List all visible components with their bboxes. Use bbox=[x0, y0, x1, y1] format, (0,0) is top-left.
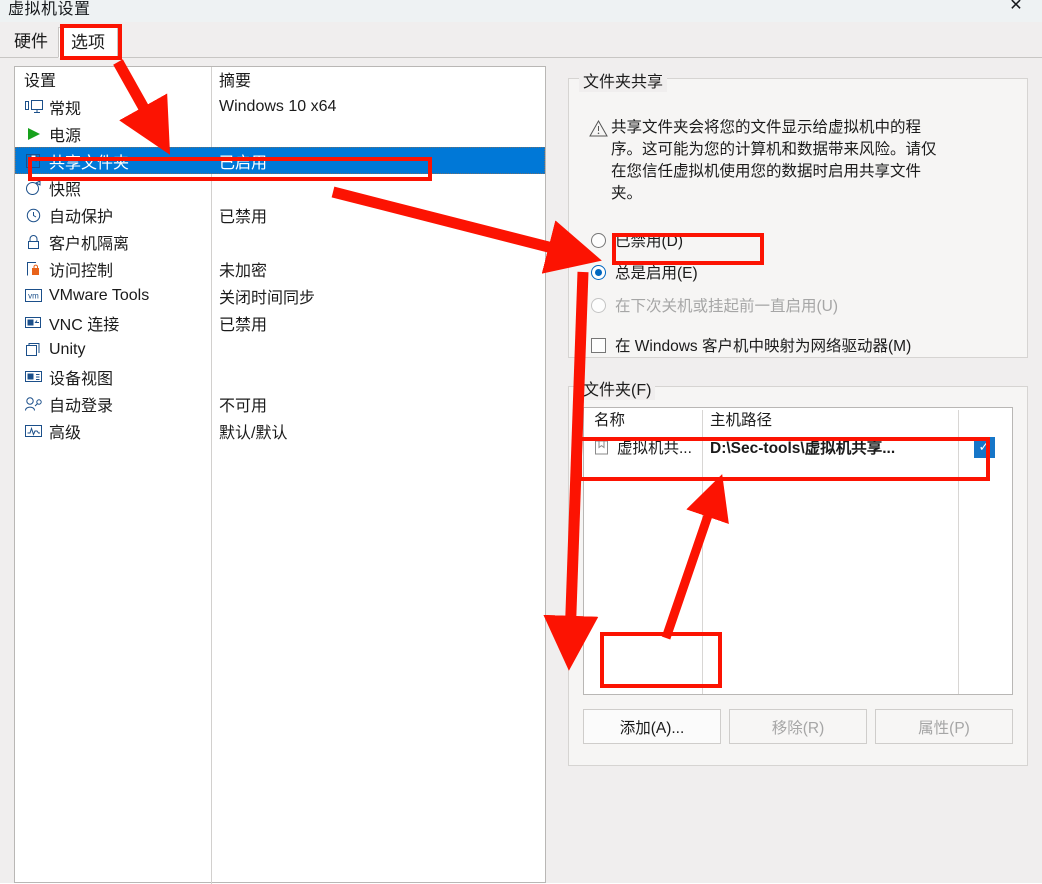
folder-sharing-title: 文件夹共享 bbox=[579, 68, 668, 92]
title-bar: 虚拟机设置 ✕ bbox=[0, 0, 1042, 22]
folder-sharing-group: 文件夹共享 共享文件夹会将您的文件显示给虚拟机中的程序。这可能为您的计算机和数据… bbox=[568, 68, 1028, 358]
unity-icon bbox=[24, 341, 43, 359]
sharing-warning-text: 共享文件夹会将您的文件显示给虚拟机中的程序。这可能为您的计算机和数据带来风险。请… bbox=[611, 119, 937, 202]
list-item-device-view[interactable]: 设备视图 bbox=[15, 363, 545, 390]
tab-options[interactable]: 选项 bbox=[58, 27, 118, 58]
header-setting: 设置 bbox=[24, 73, 57, 90]
device-view-icon bbox=[24, 368, 43, 386]
close-icon[interactable]: ✕ bbox=[996, 0, 1036, 18]
list-item-label: 设备视图 bbox=[49, 370, 114, 388]
list-item-shared-folders[interactable]: 共享文件夹 已启用 bbox=[15, 147, 545, 174]
play-icon bbox=[24, 125, 43, 143]
settings-list-panel: 设置 摘要 常规 Windows 10 x64 电源 共享文件夹 已启用 快照 … bbox=[14, 66, 546, 884]
list-item-label: 共享文件夹 bbox=[49, 154, 130, 172]
list-item-summary: 已禁用 bbox=[219, 316, 268, 334]
radio-until-shutdown: 在下次关机或挂起前一直启用(U) bbox=[591, 294, 838, 316]
list-item-guest-isolation[interactable]: 客户机隔离 bbox=[15, 228, 545, 255]
properties-button: 属性(P) bbox=[875, 709, 1013, 744]
table-row[interactable]: 虚拟机共... D:\Sec-tools\虚拟机共享... ✓ bbox=[584, 432, 1012, 462]
radio-disabled[interactable]: 已禁用(D) bbox=[591, 229, 683, 251]
list-item-label: Unity bbox=[49, 340, 86, 358]
list-item-label: 访问控制 bbox=[49, 262, 114, 280]
folders-table-header: 名称 主机路径 bbox=[584, 408, 1012, 432]
list-item-general[interactable]: 常规 Windows 10 x64 bbox=[15, 93, 545, 120]
window-title: 虚拟机设置 bbox=[8, 1, 91, 18]
list-item-summary: 不可用 bbox=[219, 397, 268, 415]
checkbox-label: 在 Windows 客户机中映射为网络驱动器(M) bbox=[615, 338, 912, 355]
settings-list-header: 设置 摘要 bbox=[15, 67, 545, 93]
radio-label: 已禁用(D) bbox=[615, 233, 684, 250]
list-item-label: 高级 bbox=[49, 424, 82, 442]
radio-always-enabled[interactable]: 总是启用(E) bbox=[591, 261, 698, 283]
list-item-label: 客户机隔离 bbox=[49, 235, 130, 253]
folder-path: D:\Sec-tools\虚拟机共享... bbox=[710, 440, 896, 457]
svg-text:vm: vm bbox=[28, 292, 39, 301]
folders-title: 文件夹(F) bbox=[579, 376, 656, 400]
snapshot-icon bbox=[24, 179, 43, 197]
shared-folder-icon bbox=[24, 152, 43, 170]
sharing-warning: 共享文件夹会将您的文件显示给虚拟机中的程序。这可能为您的计算机和数据带来风险。请… bbox=[589, 117, 941, 205]
settings-content: 设置 摘要 常规 Windows 10 x64 电源 共享文件夹 已启用 快照 … bbox=[0, 58, 1042, 884]
autologon-icon bbox=[24, 395, 43, 413]
list-item-summary: 未加密 bbox=[219, 262, 268, 280]
list-item-access-control[interactable]: 访问控制 未加密 bbox=[15, 255, 545, 282]
radio-indicator bbox=[591, 264, 606, 280]
options-panel: 文件夹共享 共享文件夹会将您的文件显示给虚拟机中的程序。这可能为您的计算机和数据… bbox=[568, 66, 1028, 883]
radio-indicator bbox=[591, 297, 606, 313]
vnc-icon bbox=[24, 314, 43, 332]
monitor-icon bbox=[24, 98, 43, 116]
list-item-label: 自动保护 bbox=[49, 208, 114, 226]
radio-label: 总是启用(E) bbox=[615, 265, 698, 282]
radio-label: 在下次关机或挂起前一直启用(U) bbox=[615, 298, 839, 315]
advanced-icon bbox=[24, 422, 43, 440]
vm-settings-window: 虚拟机设置 ✕ 硬件 选项 设置 摘要 常规 Windows 10 x64 电源… bbox=[0, 0, 1042, 884]
autoprotect-icon bbox=[24, 206, 43, 224]
add-button[interactable]: 添加(A)... bbox=[583, 709, 721, 744]
folder-icon bbox=[592, 438, 611, 456]
column-header-enabled bbox=[956, 408, 1012, 432]
list-item-label: 常规 bbox=[49, 100, 82, 118]
list-item-vnc[interactable]: VNC 连接 已禁用 bbox=[15, 309, 545, 336]
warning-triangle-icon bbox=[589, 119, 611, 205]
checkbox-indicator bbox=[591, 337, 606, 353]
list-item-advanced[interactable]: 高级 默认/默认 bbox=[15, 417, 545, 444]
radio-indicator bbox=[591, 232, 606, 248]
list-item-snapshot[interactable]: 快照 bbox=[15, 174, 545, 201]
folders-button-row: 添加(A)... 移除(R) 属性(P) bbox=[583, 709, 1013, 744]
access-control-icon bbox=[24, 260, 43, 278]
list-item-summary: Windows 10 x64 bbox=[219, 97, 337, 115]
list-item-summary: 默认/默认 bbox=[219, 424, 288, 442]
list-item-summary: 已禁用 bbox=[219, 208, 268, 226]
folder-name: 虚拟机共... bbox=[617, 440, 692, 457]
list-item-summary: 已启用 bbox=[219, 154, 268, 172]
list-item-label: VMware Tools bbox=[49, 286, 150, 304]
list-item-summary: 关闭时间同步 bbox=[219, 289, 316, 307]
list-item-autoprotect[interactable]: 自动保护 已禁用 bbox=[15, 201, 545, 228]
list-item-label: VNC 连接 bbox=[49, 316, 120, 334]
list-item-autologon[interactable]: 自动登录 不可用 bbox=[15, 390, 545, 417]
column-header-name: 名称 bbox=[594, 412, 626, 429]
list-item-label: 电源 bbox=[49, 127, 82, 145]
list-item-unity[interactable]: Unity bbox=[15, 336, 545, 363]
list-item-label: 快照 bbox=[49, 181, 82, 199]
remove-button: 移除(R) bbox=[729, 709, 867, 744]
column-header-path: 主机路径 bbox=[710, 412, 773, 429]
folder-enabled-checkbox[interactable]: ✓ bbox=[973, 436, 995, 458]
list-item-label: 自动登录 bbox=[49, 397, 114, 415]
vmware-tools-icon: vm bbox=[24, 287, 43, 305]
list-item-vmware-tools[interactable]: vm VMware Tools 关闭时间同步 bbox=[15, 282, 545, 309]
tab-hardware[interactable]: 硬件 bbox=[2, 27, 60, 58]
tab-strip: 硬件 选项 bbox=[0, 22, 1042, 58]
lock-icon bbox=[24, 233, 43, 251]
folders-table[interactable]: 名称 主机路径 虚拟机共... D:\Sec-tools\虚拟机共享... ✓ bbox=[583, 407, 1013, 695]
folders-group: 文件夹(F) 名称 主机路径 虚拟机共... D:\Sec-tools\虚拟机共… bbox=[568, 376, 1028, 766]
header-summary: 摘要 bbox=[219, 73, 252, 90]
list-item-power[interactable]: 电源 bbox=[15, 120, 545, 147]
checkbox-map-network-drive[interactable]: 在 Windows 客户机中映射为网络驱动器(M) bbox=[591, 334, 911, 356]
